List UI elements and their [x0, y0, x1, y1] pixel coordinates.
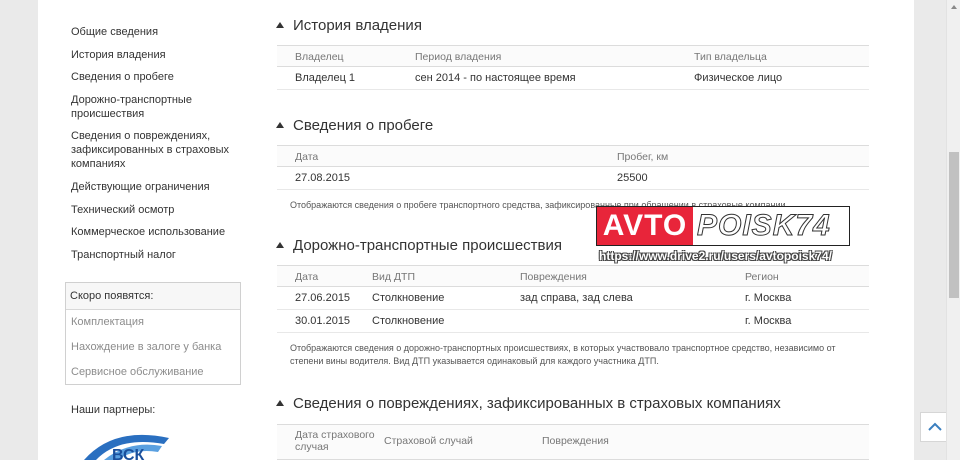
column-header: Повреждения: [520, 271, 587, 283]
column-header: Период владения: [415, 51, 502, 63]
table-row: 27.08.2015 25500: [277, 167, 869, 190]
table-cell: Владелец 1: [295, 72, 356, 84]
table-row: 30.01.2015 Столкновение г. Москва: [277, 310, 869, 333]
table-row: 27.06.2015 Столкновение зад справа, зад …: [277, 287, 869, 310]
triangle-up-icon: [276, 22, 284, 28]
table-cell: зад справа, зад слева: [520, 292, 633, 304]
table-cell: 30.01.2015: [295, 315, 351, 327]
coming-soon-item: Нахождение в залоге у банка: [71, 341, 222, 353]
scroll-up-arrow-icon[interactable]: [947, 0, 960, 14]
coming-soon-item: Сервисное обслуживание: [71, 366, 204, 378]
accidents-table: Дата Вид ДТП Повреждения Регион 27.06.20…: [277, 265, 869, 333]
table-cell: 25500: [617, 172, 648, 184]
column-header: Регион: [745, 271, 779, 283]
vertical-scrollbar[interactable]: [946, 0, 960, 460]
damages-table: Дата страхового случая Страховой случай …: [277, 424, 869, 460]
accidents-note: Отображаются сведения о дорожно-транспор…: [290, 343, 836, 366]
column-header: Вид ДТП: [372, 271, 415, 283]
ownership-table: Владелец Период владения Тип владельца В…: [277, 45, 869, 90]
section-damages-title[interactable]: Сведения о повреждениях, зафиксированных…: [276, 395, 781, 412]
table-cell: 27.06.2015: [295, 292, 351, 304]
section-title-text: Дорожно-транспортные происшествия: [293, 237, 563, 254]
watermark-part2: POISK74: [697, 209, 831, 243]
coming-soon-item: Комплектация: [71, 316, 144, 328]
table-cell: 27.08.2015: [295, 172, 351, 184]
mileage-table: Дата Пробег, км 27.08.2015 25500: [277, 145, 869, 190]
table-header: Дата Пробег, км: [277, 145, 869, 167]
sidebar-item-ownership[interactable]: История владения: [71, 48, 246, 62]
sidebar-item-inspection[interactable]: Технический осмотр: [71, 203, 246, 217]
column-header: Тип владельца: [694, 51, 767, 63]
section-title-text: Сведения о повреждениях, зафиксированных…: [293, 395, 781, 412]
table-cell: Физическое лицо: [694, 72, 783, 84]
sidebar-item-commercial[interactable]: Коммерческое использование: [71, 225, 246, 239]
chevron-up-icon: [928, 422, 942, 431]
triangle-up-icon: [276, 400, 284, 406]
sidebar-item-general[interactable]: Общие сведения: [71, 25, 246, 39]
triangle-up-icon: [276, 242, 284, 248]
coming-soon-title: Скоро появятся:: [66, 283, 240, 310]
table-cell: Столкновение: [372, 292, 445, 304]
sidebar-nav: Общие сведения История владения Сведения…: [38, 0, 248, 460]
triangle-up-icon: [276, 122, 284, 128]
table-cell: сен 2014 - по настоящее время: [415, 72, 576, 84]
sidebar-item-damages[interactable]: Сведения о повреждениях, зафиксированных…: [71, 129, 246, 171]
column-header: Владелец: [295, 51, 344, 63]
table-row: Владелец 1 сен 2014 - по настоящее время…: [277, 67, 869, 90]
partners-title: Наши партнеры:: [71, 404, 156, 416]
partner-logo-text: ВСК: [112, 447, 145, 460]
partner-logo[interactable]: ВСК: [74, 428, 204, 460]
sidebar-item-mileage[interactable]: Сведения о пробеге: [71, 70, 246, 84]
column-header: Повреждения: [542, 435, 609, 447]
scrollbar-thumb[interactable]: [949, 152, 959, 298]
column-header: Пробег, км: [617, 151, 669, 163]
section-mileage-title[interactable]: Сведения о пробеге: [276, 117, 433, 134]
watermark-url: https://www.drive2.ru/users/avtopoisk74/: [599, 249, 832, 263]
table-header: Дата Вид ДТП Повреждения Регион: [277, 265, 869, 287]
column-header: Дата: [295, 271, 319, 283]
sidebar-item-restrictions[interactable]: Действующие ограничения: [71, 180, 246, 194]
coming-soon-box: Скоро появятся: Комплектация Нахождение …: [65, 282, 241, 385]
table-cell: г. Москва: [745, 315, 792, 327]
column-header: Дата страхового случая: [295, 429, 375, 453]
sidebar-item-accidents[interactable]: Дорожно-транспортные происшествия: [71, 93, 246, 121]
column-header: Дата: [295, 151, 319, 163]
table-header: Владелец Период владения Тип владельца: [277, 45, 869, 67]
table-header: Дата страхового случая Страховой случай …: [277, 424, 869, 460]
section-ownership-title[interactable]: История владения: [276, 17, 422, 34]
sidebar-item-tax[interactable]: Транспортный налог: [71, 248, 246, 262]
column-header: Страховой случай: [384, 435, 473, 447]
section-accidents-title[interactable]: Дорожно-транспортные происшествия: [276, 237, 562, 254]
section-title-text: История владения: [293, 17, 422, 34]
table-cell: Столкновение: [372, 315, 445, 327]
section-title-text: Сведения о пробеге: [293, 117, 434, 134]
table-cell: г. Москва: [745, 292, 792, 304]
watermark-part1: AVTO: [597, 207, 693, 245]
watermark-logo: AVTO POISK74: [596, 206, 850, 246]
